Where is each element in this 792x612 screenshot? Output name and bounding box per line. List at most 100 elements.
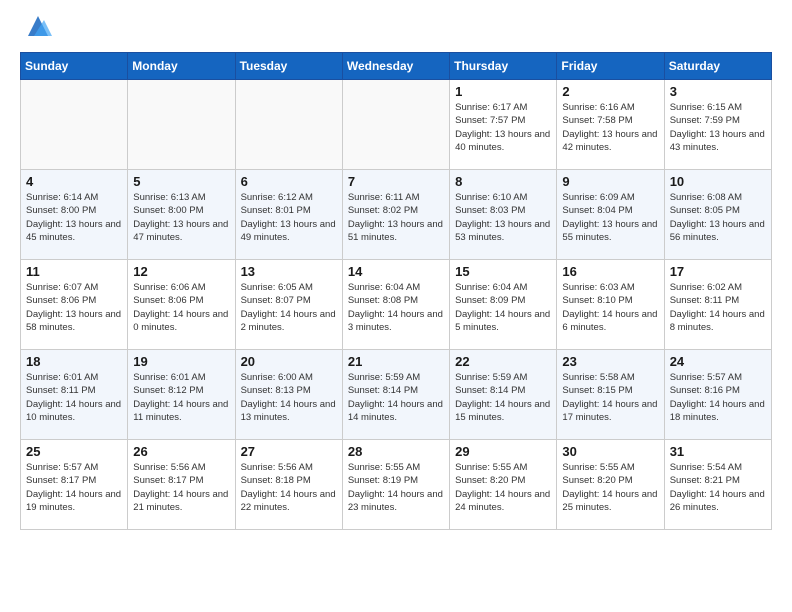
day-number: 23 bbox=[562, 354, 658, 369]
day-number: 4 bbox=[26, 174, 122, 189]
cell-sun-info: Sunrise: 6:02 AMSunset: 8:11 PMDaylight:… bbox=[670, 281, 766, 334]
cell-sun-info: Sunrise: 6:16 AMSunset: 7:58 PMDaylight:… bbox=[562, 101, 658, 154]
calendar-week-row: 4 Sunrise: 6:14 AMSunset: 8:00 PMDaylight… bbox=[21, 170, 772, 260]
page-header bbox=[20, 16, 772, 40]
cell-sun-info: Sunrise: 5:56 AMSunset: 8:17 PMDaylight:… bbox=[133, 461, 229, 514]
cell-sun-info: Sunrise: 6:07 AMSunset: 8:06 PMDaylight:… bbox=[26, 281, 122, 334]
cell-sun-info: Sunrise: 5:54 AMSunset: 8:21 PMDaylight:… bbox=[670, 461, 766, 514]
cell-sun-info: Sunrise: 5:57 AMSunset: 8:17 PMDaylight:… bbox=[26, 461, 122, 514]
calendar-cell: 11 Sunrise: 6:07 AMSunset: 8:06 PMDayligh… bbox=[21, 260, 128, 350]
calendar-cell: 5 Sunrise: 6:13 AMSunset: 8:00 PMDaylight… bbox=[128, 170, 235, 260]
weekday-header-cell: Monday bbox=[128, 53, 235, 80]
calendar-cell: 12Sunrise: 6:06 AMSunset: 8:06 PMDayligh… bbox=[128, 260, 235, 350]
cell-sun-info: Sunrise: 6:03 AMSunset: 8:10 PMDaylight:… bbox=[562, 281, 658, 334]
day-number: 28 bbox=[348, 444, 444, 459]
day-number: 24 bbox=[670, 354, 766, 369]
cell-sun-info: Sunrise: 5:57 AMSunset: 8:16 PMDaylight:… bbox=[670, 371, 766, 424]
day-number: 7 bbox=[348, 174, 444, 189]
cell-sun-info: Sunrise: 6:01 AMSunset: 8:11 PMDaylight:… bbox=[26, 371, 122, 424]
weekday-header-cell: Tuesday bbox=[235, 53, 342, 80]
day-number: 14 bbox=[348, 264, 444, 279]
cell-sun-info: Sunrise: 6:11 AMSunset: 8:02 PMDaylight:… bbox=[348, 191, 444, 244]
day-number: 30 bbox=[562, 444, 658, 459]
day-number: 31 bbox=[670, 444, 766, 459]
calendar-cell bbox=[235, 80, 342, 170]
day-number: 2 bbox=[562, 84, 658, 99]
cell-sun-info: Sunrise: 6:04 AMSunset: 8:08 PMDaylight:… bbox=[348, 281, 444, 334]
day-number: 13 bbox=[241, 264, 337, 279]
calendar-cell: 18 Sunrise: 6:01 AMSunset: 8:11 PMDayligh… bbox=[21, 350, 128, 440]
day-number: 17 bbox=[670, 264, 766, 279]
day-number: 10 bbox=[670, 174, 766, 189]
cell-sun-info: Sunrise: 6:00 AMSunset: 8:13 PMDaylight:… bbox=[241, 371, 337, 424]
cell-sun-info: Sunrise: 6:10 AMSunset: 8:03 PMDaylight:… bbox=[455, 191, 551, 244]
weekday-header-cell: Thursday bbox=[450, 53, 557, 80]
calendar-cell: 8 Sunrise: 6:10 AMSunset: 8:03 PMDaylight… bbox=[450, 170, 557, 260]
cell-sun-info: Sunrise: 6:13 AMSunset: 8:00 PMDaylight:… bbox=[133, 191, 229, 244]
cell-sun-info: Sunrise: 6:15 AMSunset: 7:59 PMDaylight:… bbox=[670, 101, 766, 154]
day-number: 22 bbox=[455, 354, 551, 369]
calendar-cell: 22 Sunrise: 5:59 AMSunset: 8:14 PMDayligh… bbox=[450, 350, 557, 440]
day-number: 1 bbox=[455, 84, 551, 99]
calendar-cell: 10 Sunrise: 6:08 AMSunset: 8:05 PMDayligh… bbox=[664, 170, 771, 260]
day-number: 25 bbox=[26, 444, 122, 459]
calendar-body: 1 Sunrise: 6:17 AMSunset: 7:57 PMDaylight… bbox=[21, 80, 772, 530]
day-number: 18 bbox=[26, 354, 122, 369]
day-number: 20 bbox=[241, 354, 337, 369]
cell-sun-info: Sunrise: 5:58 AMSunset: 8:15 PMDaylight:… bbox=[562, 371, 658, 424]
calendar-week-row: 1 Sunrise: 6:17 AMSunset: 7:57 PMDaylight… bbox=[21, 80, 772, 170]
weekday-header-cell: Friday bbox=[557, 53, 664, 80]
day-number: 15 bbox=[455, 264, 551, 279]
calendar-cell bbox=[342, 80, 449, 170]
cell-sun-info: Sunrise: 6:08 AMSunset: 8:05 PMDaylight:… bbox=[670, 191, 766, 244]
day-number: 29 bbox=[455, 444, 551, 459]
cell-sun-info: Sunrise: 6:05 AMSunset: 8:07 PMDaylight:… bbox=[241, 281, 337, 334]
calendar-cell: 15 Sunrise: 6:04 AMSunset: 8:09 PMDayligh… bbox=[450, 260, 557, 350]
calendar-cell: 25 Sunrise: 5:57 AMSunset: 8:17 PMDayligh… bbox=[21, 440, 128, 530]
calendar-cell: 1 Sunrise: 6:17 AMSunset: 7:57 PMDaylight… bbox=[450, 80, 557, 170]
calendar-cell: 27 Sunrise: 5:56 AMSunset: 8:18 PMDayligh… bbox=[235, 440, 342, 530]
cell-sun-info: Sunrise: 5:59 AMSunset: 8:14 PMDaylight:… bbox=[348, 371, 444, 424]
cell-sun-info: Sunrise: 6:09 AMSunset: 8:04 PMDaylight:… bbox=[562, 191, 658, 244]
cell-sun-info: Sunrise: 5:55 AMSunset: 8:19 PMDaylight:… bbox=[348, 461, 444, 514]
calendar-cell: 14 Sunrise: 6:04 AMSunset: 8:08 PMDayligh… bbox=[342, 260, 449, 350]
calendar-week-row: 25 Sunrise: 5:57 AMSunset: 8:17 PMDayligh… bbox=[21, 440, 772, 530]
cell-sun-info: Sunrise: 6:06 AMSunset: 8:06 PMDaylight:… bbox=[133, 281, 229, 334]
day-number: 3 bbox=[670, 84, 766, 99]
calendar-week-row: 11 Sunrise: 6:07 AMSunset: 8:06 PMDayligh… bbox=[21, 260, 772, 350]
calendar-table: SundayMondayTuesdayWednesdayThursdayFrid… bbox=[20, 52, 772, 530]
cell-sun-info: Sunrise: 6:12 AMSunset: 8:01 PMDaylight:… bbox=[241, 191, 337, 244]
cell-sun-info: Sunrise: 6:14 AMSunset: 8:00 PMDaylight:… bbox=[26, 191, 122, 244]
day-number: 6 bbox=[241, 174, 337, 189]
calendar-cell bbox=[21, 80, 128, 170]
calendar-cell bbox=[128, 80, 235, 170]
cell-sun-info: Sunrise: 5:55 AMSunset: 8:20 PMDaylight:… bbox=[562, 461, 658, 514]
day-number: 16 bbox=[562, 264, 658, 279]
calendar-cell: 6 Sunrise: 6:12 AMSunset: 8:01 PMDaylight… bbox=[235, 170, 342, 260]
day-number: 27 bbox=[241, 444, 337, 459]
day-number: 21 bbox=[348, 354, 444, 369]
cell-sun-info: Sunrise: 6:01 AMSunset: 8:12 PMDaylight:… bbox=[133, 371, 229, 424]
calendar-cell: 19Sunrise: 6:01 AMSunset: 8:12 PMDayligh… bbox=[128, 350, 235, 440]
logo-icon bbox=[24, 12, 52, 40]
day-number: 26 bbox=[133, 444, 229, 459]
cell-sun-info: Sunrise: 6:04 AMSunset: 8:09 PMDaylight:… bbox=[455, 281, 551, 334]
logo bbox=[20, 16, 52, 40]
calendar-cell: 9Sunrise: 6:09 AMSunset: 8:04 PMDaylight… bbox=[557, 170, 664, 260]
calendar-cell: 16 Sunrise: 6:03 AMSunset: 8:10 PMDayligh… bbox=[557, 260, 664, 350]
day-number: 8 bbox=[455, 174, 551, 189]
calendar-cell: 23 Sunrise: 5:58 AMSunset: 8:15 PMDayligh… bbox=[557, 350, 664, 440]
calendar-cell: 4 Sunrise: 6:14 AMSunset: 8:00 PMDaylight… bbox=[21, 170, 128, 260]
cell-sun-info: Sunrise: 5:55 AMSunset: 8:20 PMDaylight:… bbox=[455, 461, 551, 514]
calendar-cell: 30 Sunrise: 5:55 AMSunset: 8:20 PMDayligh… bbox=[557, 440, 664, 530]
cell-sun-info: Sunrise: 5:56 AMSunset: 8:18 PMDaylight:… bbox=[241, 461, 337, 514]
day-number: 11 bbox=[26, 264, 122, 279]
day-number: 5 bbox=[133, 174, 229, 189]
cell-sun-info: Sunrise: 6:17 AMSunset: 7:57 PMDaylight:… bbox=[455, 101, 551, 154]
calendar-cell: 13 Sunrise: 6:05 AMSunset: 8:07 PMDayligh… bbox=[235, 260, 342, 350]
weekday-header-cell: Saturday bbox=[664, 53, 771, 80]
cell-sun-info: Sunrise: 5:59 AMSunset: 8:14 PMDaylight:… bbox=[455, 371, 551, 424]
calendar-cell: 29 Sunrise: 5:55 AMSunset: 8:20 PMDayligh… bbox=[450, 440, 557, 530]
calendar-cell: 17 Sunrise: 6:02 AMSunset: 8:11 PMDayligh… bbox=[664, 260, 771, 350]
calendar-cell: 21 Sunrise: 5:59 AMSunset: 8:14 PMDayligh… bbox=[342, 350, 449, 440]
